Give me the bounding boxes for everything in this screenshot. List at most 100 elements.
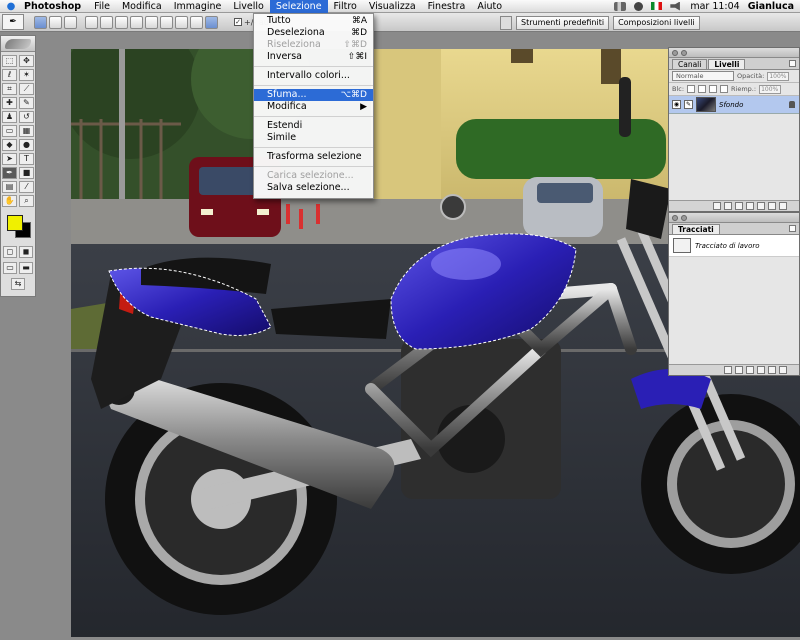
menu-selezione[interactable]: Selezione bbox=[269, 0, 328, 13]
clone-stamp-tool-icon[interactable]: ♟ bbox=[2, 111, 17, 123]
layer-row[interactable]: ◉ ✎ Sfondo bbox=[669, 96, 799, 114]
new-group-icon[interactable] bbox=[746, 202, 754, 210]
menu-item-salva-selezione[interactable]: Salva selezione... bbox=[254, 182, 373, 194]
palette-menu-arrow-icon[interactable] bbox=[789, 225, 796, 232]
eye-icon[interactable]: ◉ bbox=[672, 100, 681, 109]
hand-tool-icon[interactable]: ✋ bbox=[2, 195, 17, 207]
menu-item-estendi[interactable]: Estendi bbox=[254, 120, 373, 132]
menu-item-tutto[interactable]: Tutto ⌘A bbox=[254, 15, 373, 27]
minimize-icon[interactable] bbox=[681, 49, 687, 56]
menu-finestra[interactable]: Finestra bbox=[422, 0, 472, 13]
path-selection-tool-icon[interactable]: ➤ bbox=[2, 153, 17, 165]
custom-shape-button[interactable] bbox=[190, 15, 203, 29]
lock-transparency-icon[interactable] bbox=[687, 85, 696, 93]
healing-brush-tool-icon[interactable]: ✚ bbox=[2, 97, 17, 109]
tab-livelli[interactable]: Livelli bbox=[708, 59, 746, 69]
crop-tool-icon[interactable]: ⌗ bbox=[2, 83, 17, 95]
palette-menu-arrow-icon[interactable] bbox=[789, 60, 796, 67]
lock-all-icon[interactable] bbox=[720, 85, 729, 93]
menu-item-inversa[interactable]: Inversa ⇧⌘I bbox=[254, 51, 373, 63]
slice-tool-icon[interactable]: ⟋ bbox=[19, 83, 34, 95]
new-path-icon[interactable] bbox=[768, 366, 776, 374]
rectangle-button[interactable] bbox=[115, 15, 128, 29]
brush-tool-icon[interactable]: ✎ bbox=[19, 97, 34, 109]
magic-wand-tool-icon[interactable]: ✶ bbox=[19, 69, 34, 81]
shape-layers-button[interactable] bbox=[34, 15, 47, 29]
fill-pixels-button[interactable] bbox=[64, 15, 77, 29]
marquee-tool-icon[interactable]: ⬚ bbox=[2, 55, 17, 67]
menu-file[interactable]: File bbox=[88, 0, 116, 13]
eyedropper-tool-icon[interactable]: ⁄ bbox=[19, 181, 34, 193]
freeform-pen-button[interactable] bbox=[100, 15, 113, 29]
sync-icon[interactable] bbox=[634, 1, 644, 11]
pen-tool-icon[interactable]: ✒ bbox=[2, 167, 17, 179]
menu-aiuto[interactable]: Aiuto bbox=[471, 0, 508, 13]
lock-position-icon[interactable] bbox=[709, 85, 718, 93]
menu-item-sfuma[interactable]: Sfuma... ⌥⌘D bbox=[254, 89, 373, 101]
palette-titlebar[interactable] bbox=[669, 48, 799, 58]
foreground-color-swatch[interactable] bbox=[7, 215, 23, 231]
standard-mode-icon[interactable]: ◻ bbox=[3, 246, 17, 258]
dodge-tool-icon[interactable]: ● bbox=[19, 139, 34, 151]
line-button[interactable] bbox=[175, 15, 188, 29]
type-tool-icon[interactable]: T bbox=[19, 153, 34, 165]
layer-style-icon[interactable] bbox=[724, 202, 732, 210]
history-brush-tool-icon[interactable]: ↺ bbox=[19, 111, 34, 123]
menu-immagine[interactable]: Immagine bbox=[168, 0, 228, 13]
notes-tool-icon[interactable]: ▤ bbox=[2, 181, 17, 193]
shape-tool-icon[interactable]: ■ bbox=[19, 167, 34, 179]
new-layer-icon[interactable] bbox=[768, 202, 776, 210]
adobe-feather-icon[interactable] bbox=[5, 38, 31, 49]
menu-modifica[interactable]: Modifica bbox=[116, 0, 168, 13]
jump-to-imageready-icon[interactable]: ⇆ bbox=[11, 278, 25, 290]
toolbox-header[interactable] bbox=[1, 36, 35, 52]
lock-image-icon[interactable] bbox=[698, 85, 707, 93]
eraser-tool-icon[interactable]: ▭ bbox=[2, 125, 17, 137]
paths-mode-button[interactable] bbox=[49, 15, 62, 29]
close-icon[interactable] bbox=[672, 214, 678, 221]
screen-mode-standard-icon[interactable]: ▭ bbox=[3, 262, 17, 274]
trash-icon[interactable] bbox=[779, 366, 787, 374]
opacity-input[interactable]: 100% bbox=[767, 71, 790, 81]
minimize-icon[interactable] bbox=[681, 214, 687, 221]
screen-mode-full-icon[interactable]: ▬ bbox=[19, 262, 33, 274]
palette-well-grip-icon[interactable] bbox=[500, 15, 512, 30]
quick-mask-mode-icon[interactable]: ◼ bbox=[19, 246, 33, 258]
menu-filtro[interactable]: Filtro bbox=[328, 0, 363, 13]
geometry-options-button[interactable] bbox=[205, 15, 218, 29]
layer-link-icon[interactable]: ✎ bbox=[684, 100, 693, 109]
trash-icon[interactable] bbox=[779, 202, 787, 210]
move-tool-icon[interactable]: ✥ bbox=[19, 55, 34, 67]
gradient-tool-icon[interactable]: ▦ bbox=[19, 125, 34, 137]
link-layers-icon[interactable] bbox=[713, 202, 721, 210]
load-path-as-selection-icon[interactable] bbox=[746, 366, 754, 374]
blur-tool-icon[interactable]: ◆ bbox=[2, 139, 17, 151]
fill-path-icon[interactable] bbox=[724, 366, 732, 374]
menubar-user[interactable]: Gianluca bbox=[748, 1, 794, 12]
pen-tool-button[interactable] bbox=[85, 15, 98, 29]
ellipse-button[interactable] bbox=[145, 15, 158, 29]
blend-mode-select[interactable]: Normale bbox=[672, 71, 734, 81]
close-icon[interactable] bbox=[672, 49, 678, 56]
menubar-clock[interactable]: mar 11:04 bbox=[690, 1, 739, 12]
menu-item-simile[interactable]: Simile bbox=[254, 132, 373, 144]
app-menu[interactable]: Photoshop bbox=[22, 1, 88, 12]
stroke-path-icon[interactable] bbox=[735, 366, 743, 374]
display-icon[interactable] bbox=[614, 1, 627, 11]
tab-layer-comps[interactable]: Composizioni livelli bbox=[613, 15, 700, 30]
apple-icon[interactable]: ● bbox=[0, 1, 22, 12]
palette-titlebar[interactable] bbox=[669, 213, 799, 223]
layer-mask-icon[interactable] bbox=[735, 202, 743, 210]
menu-visualizza[interactable]: Visualizza bbox=[363, 0, 422, 13]
polygon-button[interactable] bbox=[160, 15, 173, 29]
input-language-flag-icon[interactable] bbox=[651, 2, 663, 10]
menu-livello[interactable]: Livello bbox=[227, 0, 270, 13]
fill-input[interactable]: 100% bbox=[759, 84, 782, 94]
rounded-rectangle-button[interactable] bbox=[130, 15, 143, 29]
pen-icon[interactable]: ✒ bbox=[2, 14, 24, 30]
menu-item-modifica[interactable]: Modifica ▶ bbox=[254, 101, 373, 113]
menu-item-intervallo-colori[interactable]: Intervallo colori... bbox=[254, 70, 373, 82]
adjustment-layer-icon[interactable] bbox=[757, 202, 765, 210]
tab-canali[interactable]: Canali bbox=[672, 59, 708, 69]
tab-tracciati[interactable]: Tracciati bbox=[672, 224, 720, 234]
